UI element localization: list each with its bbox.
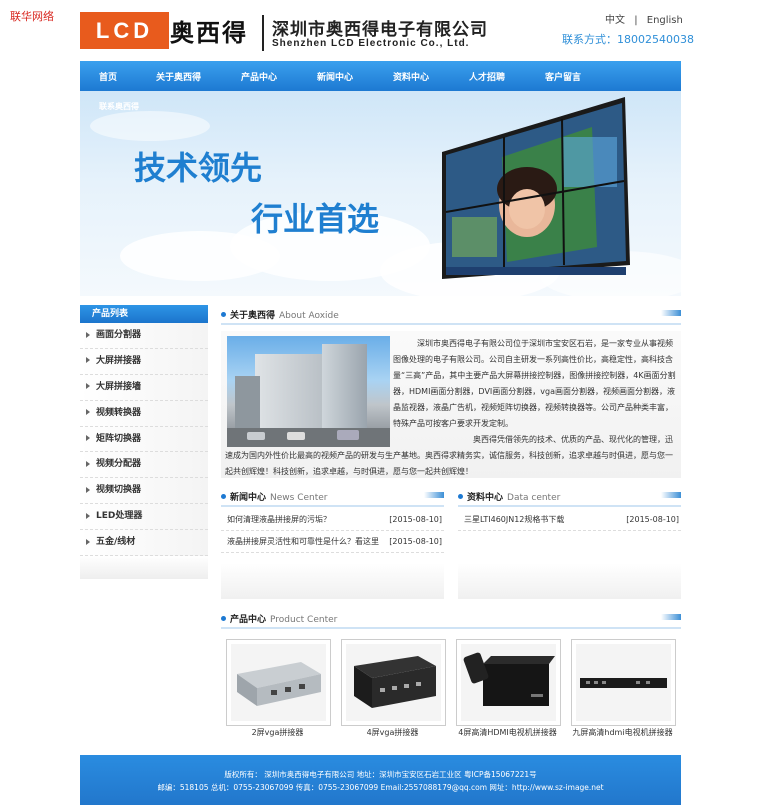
news-item-date: [2015-08-10]: [389, 515, 442, 524]
contact-phone: 联系方式：18002540038: [562, 33, 694, 46]
more-arrow-icon[interactable]: [661, 492, 681, 498]
product-image-4-screen-hdmi-splicer: [461, 644, 556, 721]
logo-brand-cn: 奥西得: [170, 19, 248, 47]
arrow-right-icon: [86, 512, 90, 519]
company-building-photo: [227, 336, 390, 447]
products-title: 产品中心 Product Center: [230, 615, 338, 625]
sidebar-item-splicer[interactable]: 大屏拼接器: [80, 348, 208, 375]
sidebar-item-label: 视频切换器: [96, 485, 142, 496]
nav-home[interactable]: 首页: [99, 70, 117, 83]
banner-slogan-industry: 行业首选: [251, 200, 380, 238]
sidebar-item-screen-splitter[interactable]: 画面分割器: [80, 323, 208, 349]
nav-guestbook[interactable]: 客户留言: [545, 70, 581, 83]
product-image-4-screen-splicer: [346, 644, 441, 721]
nav-data[interactable]: 资料中心: [393, 70, 429, 83]
news-item-title[interactable]: 液晶拼接屏灵活性和可靠性是什么？看这里: [227, 531, 379, 552]
more-arrow-icon[interactable]: [424, 492, 444, 498]
sidebar-item-matrix-switcher[interactable]: 矩阵切换器: [80, 426, 208, 453]
nav-products[interactable]: 产品中心: [241, 70, 277, 83]
product-name[interactable]: 九屏高清hdmi电视机拼接器: [570, 727, 675, 738]
product-name[interactable]: 4屏vga拼接器: [340, 727, 445, 738]
news-list: 如何清理液晶拼接屏的污垢？ [2015-08-10] 液晶拼接屏灵活性和可靠性是什…: [221, 509, 444, 599]
footer-copyright: 版权所有： 深圳市奥西得电子有限公司 地址：深圳市宝安区石岩工业区 粤ICP备1…: [224, 770, 537, 779]
sidebar-item-label: 视频转换器: [96, 407, 142, 418]
sidebar-item-video-converter[interactable]: 视频转换器: [80, 400, 208, 427]
arrow-right-icon: [86, 331, 90, 338]
product-image-2-screen-splicer: [231, 644, 326, 721]
product-image-9-screen-hdmi-splicer: [576, 644, 671, 721]
about-title: 关于奥西得 About Aoxide: [230, 311, 339, 321]
sidebar-footer: [80, 556, 208, 580]
banner-breadcrumb: 联系奥西得: [99, 102, 139, 111]
arrow-right-icon: [86, 357, 90, 364]
data-item-title[interactable]: 三星LTI460JN12规格书下载: [464, 509, 564, 530]
sidebar-item-label: LED处理器: [96, 511, 143, 522]
products-section-header: 产品中心 Product Center: [221, 611, 681, 629]
news-section-header: 新闻中心 News Center: [221, 489, 444, 507]
company-name-en: Shenzhen LCD Electronic Co., Ltd.: [272, 38, 470, 49]
more-arrow-icon[interactable]: [661, 614, 681, 620]
footer-contact: 邮编：518105 总机：0755-23067099 传真：0755-23067…: [157, 783, 604, 792]
about-section-header: 关于奥西得 About Aoxide: [221, 307, 681, 325]
list-item[interactable]: 液晶拼接屏灵活性和可靠性是什么？看这里 [2015-08-10]: [221, 531, 444, 553]
site-footer: 版权所有： 深圳市奥西得电子有限公司 地址：深圳市宝安区石岩工业区 粤ICP备1…: [80, 755, 681, 805]
sidebar-item-label: 矩阵切换器: [96, 433, 142, 444]
company-name-cn: 深圳市奥西得电子有限公司: [272, 20, 488, 40]
product-card[interactable]: [456, 639, 561, 726]
arrow-right-icon: [86, 460, 90, 467]
data-list: 三星LTI460JN12规格书下载 [2015-08-10]: [458, 509, 681, 599]
nav-about[interactable]: 关于奥西得: [156, 70, 201, 83]
data-item-date: [2015-08-10]: [626, 515, 679, 524]
sidebar-item-label: 画面分割器: [96, 330, 142, 340]
sidebar-item-led-processor[interactable]: LED处理器: [80, 504, 208, 531]
sidebar-item-label: 大屏拼接墙: [96, 381, 142, 392]
logo-divider: [262, 15, 264, 51]
bullet-dot-icon: [221, 312, 226, 317]
news-item-date: [2015-08-10]: [389, 537, 442, 546]
banner-slogan-tech: 技术领先: [134, 149, 263, 187]
sidebar-item-video-wall[interactable]: 大屏拼接墙: [80, 374, 208, 401]
product-name[interactable]: 4屏高清HDMI电视机拼接器: [455, 727, 560, 738]
lang-en-link[interactable]: English: [647, 15, 683, 26]
about-panel: 深圳市奥西得电子有限公司位于深圳市宝安区石岩，是一家专业从事视频图像处理的电子有…: [221, 331, 681, 478]
language-switch: 中文 | English: [605, 11, 683, 26]
arrow-right-icon: [86, 383, 90, 390]
arrow-right-icon: [86, 486, 90, 493]
arrow-right-icon: [86, 435, 90, 442]
lang-separator: |: [634, 15, 638, 26]
news-title: 新闻中心 News Center: [230, 493, 328, 503]
video-wall-image: [442, 97, 630, 279]
data-title: 资料中心 Data center: [467, 493, 561, 503]
bullet-dot-icon: [221, 494, 226, 499]
nav-jobs[interactable]: 人才招聘: [469, 70, 505, 83]
bullet-dot-icon: [221, 616, 226, 621]
main-nav: 首页 关于奥西得 产品中心 新闻中心 资料中心 人才招聘 客户留言: [80, 61, 681, 91]
lang-cn-link[interactable]: 中文: [605, 15, 625, 26]
site-network-link[interactable]: 联华网络: [10, 8, 54, 24]
list-item[interactable]: 如何清理液晶拼接屏的污垢？ [2015-08-10]: [221, 509, 444, 531]
arrow-right-icon: [86, 538, 90, 545]
logo-text: LCD: [95, 18, 154, 43]
sidebar-item-label: 五金/线材: [96, 537, 136, 548]
sidebar-item-video-distributor[interactable]: 视频分配器: [80, 452, 208, 479]
product-card[interactable]: [341, 639, 446, 726]
sidebar-item-video-switcher[interactable]: 视频切换器: [80, 478, 208, 505]
data-section-header: 资料中心 Data center: [458, 489, 681, 507]
sidebar-item-label: 视频分配器: [96, 459, 142, 470]
sidebar-item-label: 大屏拼接器: [96, 355, 142, 366]
product-sidebar: 产品列表 画面分割器 大屏拼接器 大屏拼接墙 视频转换器 矩阵切换器 视频分配器…: [80, 305, 208, 583]
nav-news[interactable]: 新闻中心: [317, 70, 353, 83]
more-arrow-icon[interactable]: [661, 310, 681, 316]
bullet-dot-icon: [458, 494, 463, 499]
product-card[interactable]: [571, 639, 676, 726]
arrow-right-icon: [86, 409, 90, 416]
news-item-title[interactable]: 如何清理液晶拼接屏的污垢？: [227, 509, 331, 530]
sidebar-item-hardware-cables[interactable]: 五金/线材: [80, 530, 208, 557]
list-item[interactable]: 三星LTI460JN12规格书下载 [2015-08-10]: [458, 509, 681, 531]
logo-badge[interactable]: LCD: [80, 12, 169, 49]
product-name[interactable]: 2屏vga拼接器: [225, 727, 330, 738]
hero-banner: 联系奥西得 技术领先 行业首选: [80, 91, 681, 296]
product-card[interactable]: [226, 639, 331, 726]
sidebar-title: 产品列表: [80, 305, 208, 323]
